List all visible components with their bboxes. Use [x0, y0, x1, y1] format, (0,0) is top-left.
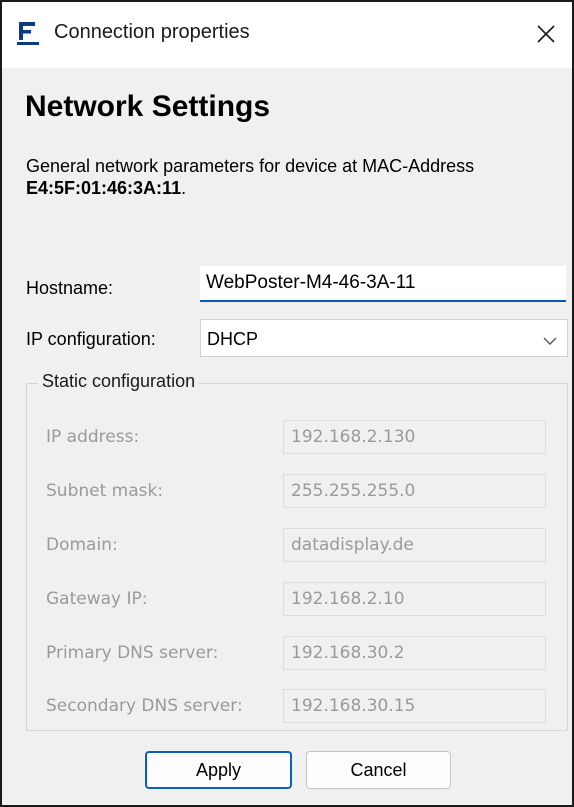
gateway-ip-label: Gateway IP:: [46, 589, 148, 609]
hostname-input[interactable]: [200, 266, 566, 302]
close-icon: [537, 25, 555, 43]
domain-field[interactable]: datadisplay.de: [283, 528, 546, 562]
cancel-button[interactable]: Cancel: [306, 751, 451, 789]
ip-configuration-label: IP configuration:: [26, 329, 156, 349]
primary-dns-field[interactable]: 192.168.30.2: [283, 636, 546, 670]
app-logo-icon: [17, 20, 39, 46]
description-text: General network parameters for device at…: [26, 156, 475, 176]
ip-configuration-value: DHCP: [207, 329, 259, 349]
primary-dns-label: Primary DNS server:: [46, 643, 219, 663]
connection-properties-dialog: Connection properties Network Settings G…: [0, 0, 574, 807]
apply-button[interactable]: Apply: [145, 751, 292, 789]
chevron-down-icon: [543, 333, 557, 345]
mac-address: E4:5F:01:46:3A:11: [26, 178, 182, 198]
secondary-dns-field[interactable]: 192.168.30.15: [283, 689, 546, 723]
page-title: Network Settings: [25, 90, 271, 123]
hostname-label: Hostname:: [26, 278, 114, 298]
window-title: Connection properties: [54, 21, 250, 43]
title-bar[interactable]: Connection properties: [2, 2, 572, 68]
ip-address-label: IP address:: [46, 427, 140, 447]
static-configuration-title: Static configuration: [38, 371, 200, 392]
close-button[interactable]: [526, 14, 566, 54]
ip-address-field[interactable]: 192.168.2.130: [283, 420, 546, 454]
subnet-mask-field[interactable]: 255.255.255.0: [283, 474, 546, 508]
description: General network parameters for device at…: [26, 155, 571, 199]
domain-label: Domain:: [46, 535, 118, 555]
ip-configuration-select[interactable]: DHCP: [200, 319, 568, 357]
description-suffix: .: [181, 178, 187, 198]
gateway-ip-field[interactable]: 192.168.2.10: [283, 582, 546, 616]
secondary-dns-label: Secondary DNS server:: [46, 696, 243, 716]
subnet-mask-label: Subnet mask:: [46, 481, 164, 501]
